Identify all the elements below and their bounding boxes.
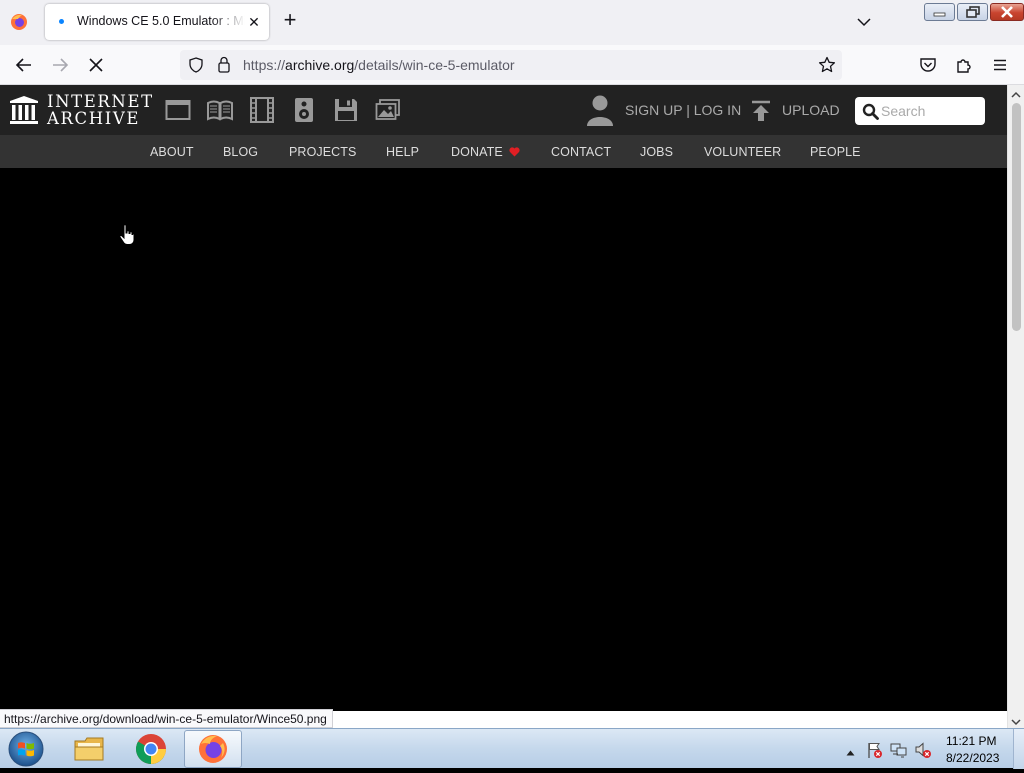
new-tab-button[interactable]: + bbox=[279, 9, 301, 32]
software-floppy-icon[interactable] bbox=[333, 97, 359, 123]
forward-button[interactable] bbox=[48, 53, 72, 77]
logo-line-1: INTERNET bbox=[47, 92, 154, 111]
nav-people[interactable]: PEOPLE bbox=[810, 145, 861, 159]
back-button[interactable] bbox=[12, 53, 36, 77]
nav-donate[interactable]: DONATE bbox=[451, 145, 520, 160]
network-icon[interactable] bbox=[890, 741, 908, 764]
scroll-up-arrow-icon[interactable] bbox=[1011, 87, 1021, 98]
minimize-button[interactable] bbox=[924, 3, 955, 21]
search-icon bbox=[862, 103, 879, 120]
list-all-tabs-icon[interactable] bbox=[854, 12, 874, 32]
nav-blog[interactable]: BLOG bbox=[223, 145, 258, 159]
show-hidden-icons-arrow-icon[interactable] bbox=[846, 744, 855, 762]
tab-title: Windows CE 5.0 Emulator : Microsoft : Fr… bbox=[77, 14, 245, 28]
active-tab[interactable]: Windows CE 5.0 Emulator : Microsoft : Fr… bbox=[45, 4, 269, 40]
file-explorer-icon[interactable] bbox=[60, 730, 118, 768]
app-menu-icon[interactable] bbox=[988, 53, 1012, 77]
close-tab-icon[interactable]: ✕ bbox=[245, 13, 263, 31]
show-desktop-button[interactable] bbox=[1013, 729, 1024, 769]
url-scheme: https:// bbox=[243, 57, 286, 73]
pocket-icon[interactable] bbox=[916, 53, 940, 77]
volume-muted-icon[interactable] bbox=[914, 741, 932, 764]
stop-loading-button[interactable] bbox=[84, 53, 108, 77]
nav-donate-label: DONATE bbox=[451, 145, 503, 159]
extensions-icon[interactable] bbox=[952, 53, 976, 77]
bookmark-star-icon[interactable] bbox=[818, 56, 836, 79]
windows-taskbar: 11:21 PM 8/22/2023 bbox=[0, 728, 1024, 769]
nav-help[interactable]: HELP bbox=[386, 145, 419, 159]
audio-speaker-icon[interactable] bbox=[291, 97, 317, 123]
restore-button[interactable] bbox=[957, 3, 988, 21]
firefox-view-icon[interactable] bbox=[6, 10, 32, 34]
clock-time[interactable]: 11:21 PM bbox=[946, 734, 996, 748]
tracking-protection-shield-icon[interactable] bbox=[188, 57, 204, 78]
hand-cursor-icon bbox=[119, 224, 135, 251]
window-controls bbox=[924, 3, 1024, 21]
nav-volunteer[interactable]: VOLUNTEER bbox=[704, 145, 781, 159]
start-button[interactable] bbox=[6, 730, 46, 768]
upload-link[interactable]: UPLOAD bbox=[782, 102, 840, 118]
archive-top-bar: INTERNET ARCHIVE SIGN UP | LOG IN UPLOAD bbox=[0, 85, 1007, 135]
logo-line-2: ARCHIVE bbox=[47, 109, 141, 128]
images-icon[interactable] bbox=[375, 97, 401, 123]
url-text[interactable]: https://archive.org/details/win-ce-5-emu… bbox=[243, 57, 515, 73]
firefox-icon[interactable] bbox=[184, 730, 242, 768]
navigation-toolbar: https://archive.org/details/win-ce-5-emu… bbox=[0, 45, 1024, 85]
nav-projects[interactable]: PROJECTS bbox=[289, 145, 356, 159]
scroll-down-arrow-icon[interactable] bbox=[1011, 714, 1021, 726]
nav-contact[interactable]: CONTACT bbox=[551, 145, 611, 159]
video-film-icon[interactable] bbox=[249, 97, 275, 123]
nav-jobs[interactable]: JOBS bbox=[640, 145, 673, 159]
url-host: archive.org bbox=[285, 57, 355, 73]
heart-icon bbox=[509, 146, 520, 160]
nav-about[interactable]: ABOUT bbox=[150, 145, 194, 159]
close-window-button[interactable] bbox=[990, 3, 1024, 21]
page-scrollbar[interactable] bbox=[1007, 85, 1024, 728]
archive-nav-bar: ABOUT BLOG PROJECTS HELP DONATE CONTACT … bbox=[0, 135, 1007, 168]
lock-icon[interactable] bbox=[217, 56, 231, 78]
chrome-icon[interactable] bbox=[122, 730, 180, 768]
upload-icon[interactable] bbox=[751, 100, 771, 122]
texts-book-icon[interactable] bbox=[207, 97, 233, 123]
web-icon[interactable] bbox=[165, 97, 191, 123]
signup-login-link[interactable]: SIGN UP | LOG IN bbox=[625, 102, 741, 118]
clock-date[interactable]: 8/22/2023 bbox=[946, 751, 999, 765]
scrollbar-thumb[interactable] bbox=[1012, 103, 1021, 331]
loading-dot-icon bbox=[59, 19, 64, 24]
action-center-flag-icon[interactable] bbox=[866, 741, 884, 764]
url-bar[interactable]: https://archive.org/details/win-ce-5-emu… bbox=[180, 50, 842, 80]
url-path: /details/win-ce-5-emulator bbox=[354, 57, 515, 73]
link-status-url: https://archive.org/download/win-ce-5-em… bbox=[0, 709, 333, 728]
archive-logo-text: INTERNET ARCHIVE bbox=[47, 93, 154, 127]
user-avatar-icon[interactable] bbox=[585, 94, 615, 126]
archive-building-icon bbox=[9, 95, 39, 130]
item-theater-area[interactable] bbox=[0, 168, 1007, 711]
search-input[interactable] bbox=[881, 102, 981, 120]
search-box[interactable] bbox=[855, 97, 985, 125]
tab-strip: Windows CE 5.0 Emulator : Microsoft : Fr… bbox=[0, 0, 1024, 45]
